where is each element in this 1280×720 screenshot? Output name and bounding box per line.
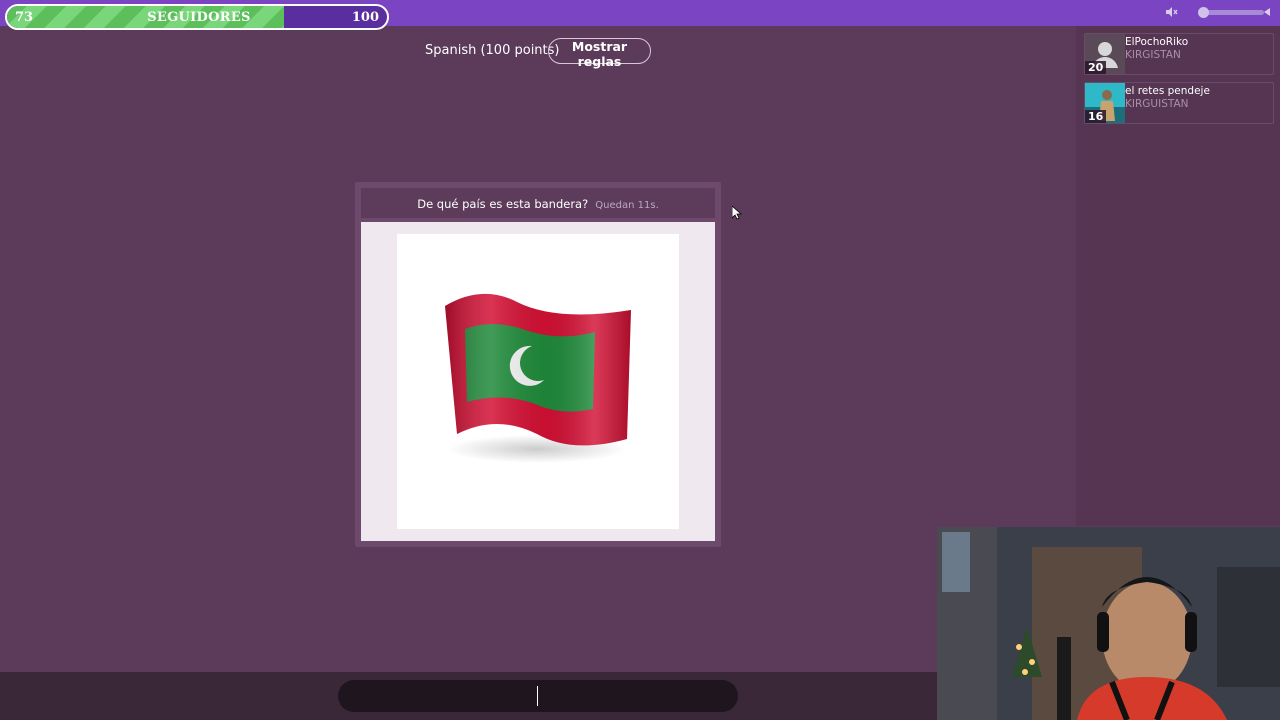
player-score: 20 bbox=[1085, 61, 1107, 74]
question-text: De qué país es esta bandera? bbox=[417, 197, 589, 211]
player-card[interactable]: 16 el retes pendeje KIRGUISTAN bbox=[1084, 82, 1274, 124]
volume-slider-knob[interactable] bbox=[1198, 7, 1209, 18]
player-country: KIRGUISTAN bbox=[1125, 98, 1189, 110]
volume-slider[interactable] bbox=[1202, 10, 1264, 15]
players-sidebar: 20 ElPochoRiko KIRGISTAN 16 el retes pen… bbox=[1076, 26, 1280, 526]
question-card: De qué país es esta bandera? Quedan 11s. bbox=[355, 182, 721, 547]
mute-icon[interactable] bbox=[1164, 5, 1178, 19]
player-country: KIRGISTAN bbox=[1125, 49, 1181, 61]
flag-image bbox=[397, 234, 679, 529]
player-card[interactable]: 20 ElPochoRiko KIRGISTAN bbox=[1084, 33, 1274, 75]
webcam-overlay bbox=[937, 527, 1280, 720]
progress-max-value: 100 bbox=[351, 10, 379, 25]
player-score: 16 bbox=[1085, 110, 1107, 123]
answer-input[interactable] bbox=[338, 680, 738, 712]
player-name: el retes pendeje bbox=[1125, 85, 1210, 97]
player-name: ElPochoRiko bbox=[1125, 36, 1189, 48]
mouse-cursor-icon bbox=[732, 206, 742, 220]
question-image-area bbox=[361, 222, 715, 541]
question-header: De qué país es esta bandera? Quedan 11s. bbox=[361, 188, 715, 218]
collapse-sidebar-icon[interactable] bbox=[1261, 6, 1273, 18]
webcam-feed-image bbox=[937, 527, 1280, 720]
followers-progress-bar: 73 SEGUIDORES 100 bbox=[5, 4, 389, 30]
maldives-flag-icon bbox=[445, 293, 631, 463]
show-rules-button[interactable]: Mostrar reglas bbox=[548, 38, 651, 69]
language-points-label: Spanish (100 points) bbox=[425, 43, 560, 58]
audio-controls bbox=[1150, 0, 1280, 26]
progress-label: SEGUIDORES bbox=[147, 10, 251, 25]
text-caret bbox=[537, 686, 538, 706]
timer-text: Quedan 11s. bbox=[595, 200, 659, 211]
